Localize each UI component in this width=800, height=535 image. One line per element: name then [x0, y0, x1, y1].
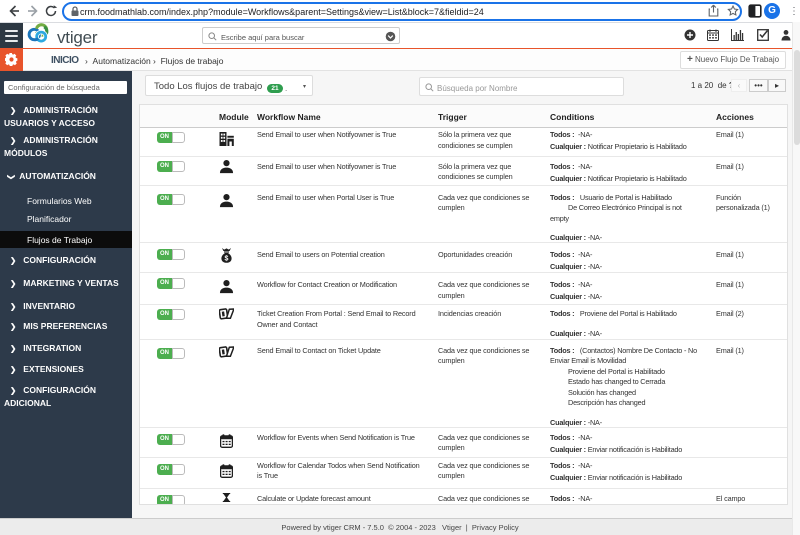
svg-text:$: $ — [224, 255, 228, 262]
